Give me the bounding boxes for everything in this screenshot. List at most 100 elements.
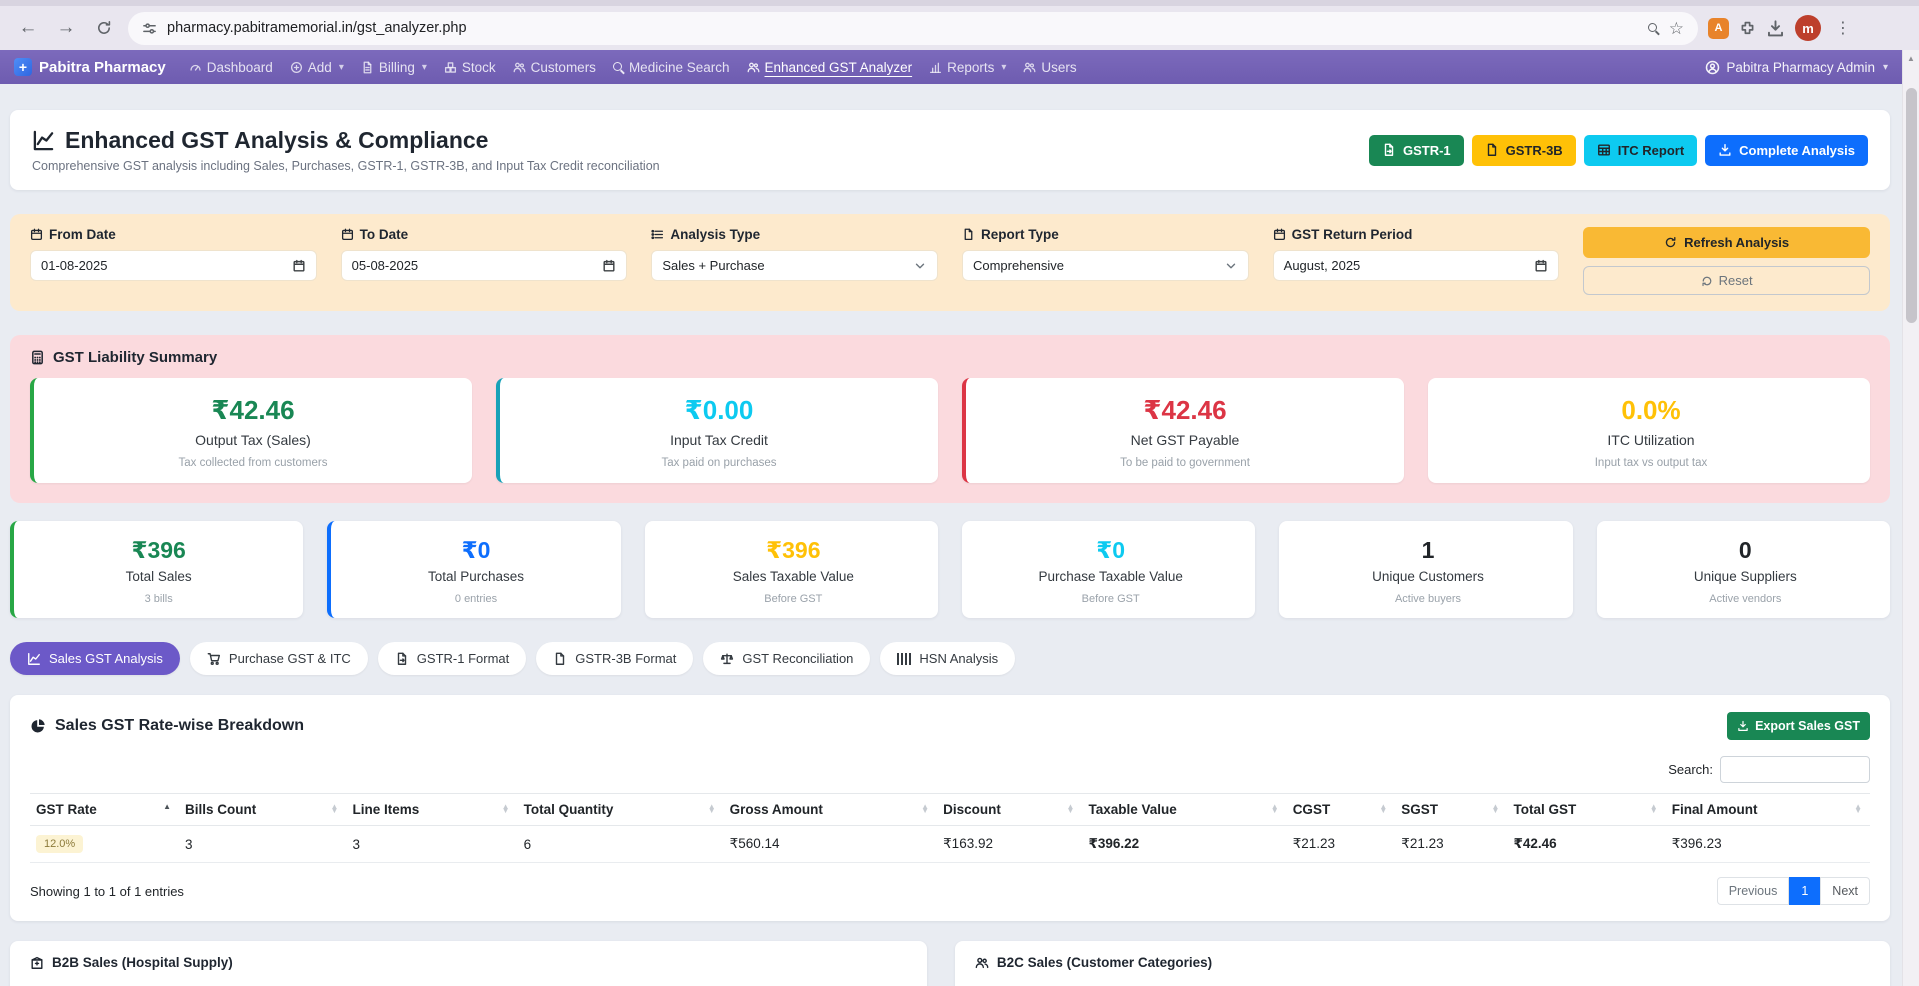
nav-item-dashboard[interactable]: Dashboard [189,60,273,75]
page-scrollbar[interactable]: ▲ [1902,50,1919,986]
nav-item-reports[interactable]: Reports ▾ [929,60,1006,75]
col-total-gst[interactable]: Total GST▲▼ [1507,794,1665,826]
pagination-next[interactable]: Next [1820,877,1870,905]
filter-actions: Refresh Analysis Reset [1583,227,1870,295]
page-content: Enhanced GST Analysis & Compliance Compr… [0,84,1919,986]
gstr3b-button[interactable]: GSTR-3B [1472,135,1576,166]
chevron-down-icon: ▾ [1883,62,1888,73]
export-sales-gst-button[interactable]: Export Sales GST [1727,712,1870,740]
col-line-items[interactable]: Line Items▲▼ [346,794,517,826]
filter-to-date: To Date 05-08-2025 [341,227,628,295]
button-label: Export Sales GST [1755,719,1860,733]
back-icon[interactable]: ← [14,14,42,42]
user-menu[interactable]: Pabitra Pharmacy Admin ▾ [1705,60,1888,75]
nav-item-gst-analyzer[interactable]: Enhanced GST Analyzer [747,60,913,75]
search-input[interactable] [1720,756,1870,783]
itc-report-button[interactable]: ITC Report [1584,135,1697,166]
reset-button[interactable]: Reset [1583,266,1870,295]
column-label: Bills Count [185,802,256,817]
col-gst-no: GST No. [328,981,460,986]
tab-hsn-analysis[interactable]: HSN Analysis [880,642,1015,675]
datepicker-icon[interactable] [292,259,306,273]
column-label: CGST [1293,802,1331,817]
stat-sublabel: Active vendors [1609,593,1882,605]
zoom-page-icon[interactable] [1648,23,1659,34]
tab-gstr3b-format[interactable]: GSTR-3B Format [536,642,693,675]
scrollbar-up-arrow-icon[interactable]: ▲ [1903,50,1919,66]
stat-sublabel: Before GST [974,593,1247,605]
extension-icon[interactable]: A [1708,18,1729,39]
downloads-icon[interactable] [1766,19,1785,38]
liability-label: Input Tax Credit [510,432,928,448]
liability-sublabel: To be paid to government [976,457,1394,469]
stat-sublabel: Before GST [657,593,930,605]
nav-label: Add [308,60,332,75]
cell-discount: ₹163.92 [937,826,1082,863]
dashboard-icon [189,61,202,74]
gstr1-button[interactable]: GSTR-1 [1369,135,1464,166]
filter-label: Report Type [981,227,1059,242]
col-gross-amount[interactable]: Gross Amount▲▼ [724,794,937,826]
b2c-title-row: B2C Sales (Customer Categories) [975,955,1870,970]
nav-item-billing[interactable]: Billing ▾ [361,60,427,75]
pagination-page-1[interactable]: 1 [1789,877,1820,905]
sales-gst-breakdown-card: Sales GST Rate-wise Breakdown Export Sal… [10,695,1890,921]
pagination-previous[interactable]: Previous [1717,877,1790,905]
col-amount: Amount [1718,981,1870,986]
tab-purchase-gst-itc[interactable]: Purchase GST & ITC [190,642,368,675]
nav-item-users[interactable]: Users [1023,60,1076,75]
nav-item-stock[interactable]: Stock [444,60,496,75]
liability-card-net-gst-payable: ₹42.46 Net GST Payable To be paid to gov… [962,378,1404,483]
refresh-analysis-button[interactable]: Refresh Analysis [1583,227,1870,258]
col-gst-rate[interactable]: GST Rate▲▼ [30,794,179,826]
col-total-quantity[interactable]: Total Quantity▲▼ [518,794,724,826]
report-type-select[interactable]: Comprehensive [962,250,1249,281]
tab-sales-gst-analysis[interactable]: Sales GST Analysis [10,642,180,675]
reload-icon[interactable] [90,14,118,42]
datepicker-icon[interactable] [1534,259,1548,273]
to-date-input[interactable]: 05-08-2025 [341,250,628,281]
url-text[interactable]: pharmacy.pabitramemorial.in/gst_analyzer… [167,20,1638,36]
nav-item-medicine-search[interactable]: Medicine Search [613,60,730,75]
brand[interactable]: + Pabitra Pharmacy [14,58,166,76]
column-label: Discount [943,802,1001,817]
search-icon [613,62,624,73]
bookmark-star-icon[interactable]: ☆ [1669,20,1684,37]
col-cgst[interactable]: CGST ▲▼ [1287,794,1396,826]
analysis-type-select[interactable]: Sales + Purchase [651,250,938,281]
col-bills-count[interactable]: Bills Count▲▼ [179,794,346,826]
scrollbar-thumb[interactable] [1906,88,1917,323]
browser-profile-avatar[interactable]: m [1795,15,1821,41]
col-sgst[interactable]: SGST▲▼ [1395,794,1507,826]
extensions-puzzle-icon[interactable] [1739,20,1756,37]
datepicker-icon[interactable] [602,259,616,273]
nav-item-customers[interactable]: Customers [513,60,596,75]
plus-circle-icon [290,61,303,74]
address-bar[interactable]: pharmacy.pabitramemorial.in/gst_analyzer… [128,12,1698,45]
col-taxable-value: Taxable Value [1387,981,1584,986]
site-info-icon[interactable] [142,21,157,36]
nav-item-add[interactable]: Add ▾ [290,60,344,75]
col-category: Category [975,981,1226,986]
sort-icon: ▲▼ [1379,805,1387,815]
stat-card-sales-taxable-value: ₹396 Sales Taxable Value Before GST [645,521,938,618]
forward-icon[interactable]: → [52,14,80,42]
search-label: Search: [1668,762,1713,777]
sort-icon: ▲▼ [1067,805,1075,815]
column-label: GST Rate [36,802,97,817]
liability-card-output-tax: ₹42.46 Output Tax (Sales) Tax collected … [30,378,472,483]
return-period-input[interactable]: August, 2025 [1273,250,1560,281]
sort-icon: ▲▼ [921,805,929,815]
col-bills-count: Bills Count [1225,981,1386,986]
liability-sublabel: Tax collected from customers [44,457,462,469]
tab-gst-reconciliation[interactable]: GST Reconciliation [703,642,870,675]
from-date-input[interactable]: 01-08-2025 [30,250,317,281]
chart-line-icon [27,652,41,666]
col-discount[interactable]: Discount ▲▼ [937,794,1082,826]
col-taxable-value[interactable]: Taxable Value▲▼ [1082,794,1286,826]
complete-analysis-button[interactable]: Complete Analysis [1705,135,1868,166]
browser-menu-icon[interactable]: ⋮ [1831,18,1855,38]
cart-icon [207,652,221,666]
tab-gstr1-format[interactable]: GSTR-1 Format [378,642,526,675]
col-final-amount[interactable]: Final Amount▲▼ [1666,794,1870,826]
